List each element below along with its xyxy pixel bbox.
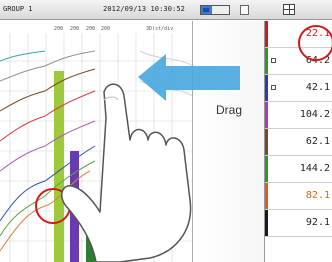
channel-status-icon: [271, 58, 276, 63]
bar-graph: [70, 151, 79, 262]
channel-status-icon: [271, 85, 276, 90]
channel-value: 104.2: [299, 109, 330, 120]
trend-line: [0, 50, 96, 82]
channel-color-stripe: [265, 48, 268, 74]
bar-graph: [86, 206, 95, 262]
trend-line: [139, 80, 192, 97]
trend-display[interactable]: 200 200 200 200 3D(st/div: [0, 21, 193, 262]
status-bar: GROUP 1 2012/09/13 10:30:52: [0, 0, 332, 20]
channel-color-stripe: [265, 156, 268, 182]
hint-panel: Drag: [193, 21, 265, 262]
channel-row[interactable]: 82.1: [265, 183, 332, 210]
menu-icon[interactable]: [240, 5, 249, 15]
group-name[interactable]: GROUP 1: [3, 5, 33, 13]
grid-view-icon[interactable]: [283, 4, 295, 15]
channel-value: 22.1: [305, 28, 330, 39]
channel-row[interactable]: 64.2: [265, 48, 332, 75]
channel-value: 42.1: [305, 82, 330, 93]
channel-value: 92.1: [305, 217, 330, 228]
channel-value: 64.2: [305, 55, 330, 66]
memory-icon: [200, 5, 230, 15]
channel-row[interactable]: 62.1: [265, 129, 332, 156]
bar-graph: [54, 71, 64, 262]
trend-line: [0, 50, 46, 62]
bar-graph: [117, 231, 123, 262]
channel-color-stripe: [265, 21, 268, 47]
trend-line: [0, 160, 96, 237]
trend-line: [0, 90, 96, 142]
channel-value: 144.2: [299, 163, 330, 174]
channel-color-stripe: [265, 75, 268, 101]
channel-row[interactable]: 92.1: [265, 210, 332, 237]
channel-color-stripe: [265, 183, 268, 209]
bar-graph: [101, 181, 109, 262]
channel-row[interactable]: 22.1: [265, 21, 332, 48]
channel-row[interactable]: 104.2: [265, 102, 332, 129]
channel-row[interactable]: 144.2: [265, 156, 332, 183]
trend-graph: [0, 33, 192, 262]
channel-value-list: 22.1 64.2 42.1 104.2 62.1 144.2 82.1 92.…: [265, 21, 332, 262]
channel-color-stripe: [265, 102, 268, 128]
channel-color-stripe: [265, 210, 268, 236]
recorder-screen: GROUP 1 2012/09/13 10:30:52 200 200 200 …: [0, 0, 332, 262]
channel-row[interactable]: 42.1: [265, 75, 332, 102]
datetime: 2012/09/13 10:30:52: [103, 5, 185, 13]
trend-line: [139, 50, 192, 67]
channel-value: 62.1: [305, 136, 330, 147]
channel-value: 82.1: [305, 190, 330, 201]
drag-label: Drag: [215, 103, 242, 117]
trend-line: [0, 145, 96, 222]
channel-color-stripe: [265, 129, 268, 155]
trend-line: [0, 120, 96, 172]
